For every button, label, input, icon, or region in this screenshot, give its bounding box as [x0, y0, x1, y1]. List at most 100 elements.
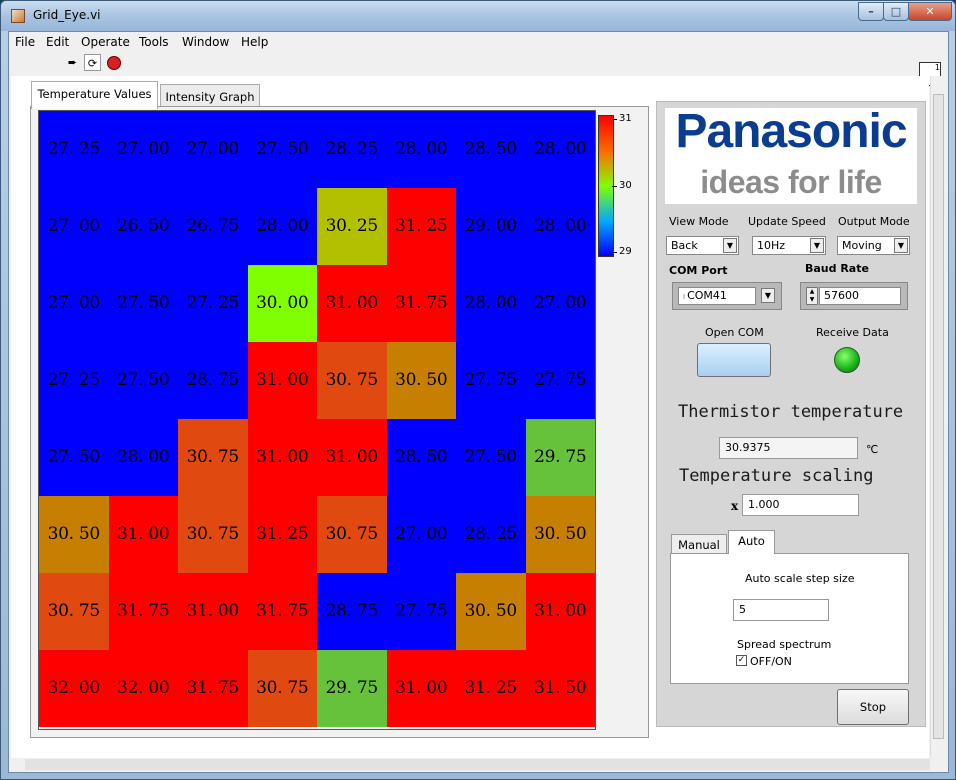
grid-cell-r4-c2: 30. 75 [178, 419, 248, 496]
grid-cell-r1-c6: 29. 00 [456, 188, 526, 265]
grid-cell-r0-c0: 27. 25 [39, 111, 109, 188]
grid-cell-r2-c2: 27. 25 [178, 265, 248, 342]
window-title: Grid_Eye.vi [33, 8, 101, 22]
view-mode-dropdown[interactable]: Back ▼ [666, 236, 739, 255]
auto-scale-step-input[interactable]: 5 [733, 599, 829, 621]
maximize-icon[interactable]: □ [883, 2, 909, 21]
temperature-scaling-label: Temperature scaling [679, 466, 874, 486]
grid-cell-r2-c5: 31. 75 [386, 265, 456, 342]
grid-cell-r5-c5: 27. 00 [386, 496, 456, 573]
grid-cell-r7-c4: 29. 75 [317, 650, 387, 727]
logo-tagline: ideas for life [700, 164, 882, 200]
grid-cell-r6-c7: 31. 00 [525, 573, 595, 650]
horizontal-scroll-thumb[interactable] [25, 759, 930, 770]
tab-auto[interactable]: Auto [728, 530, 775, 554]
grid-cell-r2-c0: 27. 00 [39, 265, 109, 342]
grid-cell-r3-c2: 28. 75 [178, 342, 248, 419]
menu-edit[interactable]: Edit [46, 35, 69, 49]
grid-cell-r0-c7: 28. 00 [525, 111, 595, 188]
io-resource-icon: I [683, 293, 686, 301]
auto-scale-step-label: Auto scale step size [745, 572, 855, 585]
view-mode-value: Back [671, 239, 698, 252]
temperature-scaling-input[interactable]: 1.000 [742, 494, 859, 516]
increment-decrement-icon[interactable]: ▲ ▼ [806, 287, 818, 305]
thermistor-temperature-label: Thermistor temperature [678, 402, 904, 422]
grid-cell-r0-c6: 28. 50 [456, 111, 526, 188]
chevron-down-icon[interactable]: ▼ [894, 238, 908, 253]
spread-spectrum-toggle-label: OFF/ON [750, 655, 792, 668]
abort-stop-icon[interactable] [105, 54, 122, 71]
grid-cell-r6-c2: 31. 00 [178, 573, 248, 650]
grid-cell-r1-c2: 26. 75 [178, 188, 248, 265]
grid-cell-r0-c2: 27. 00 [178, 111, 248, 188]
grid-cell-r7-c2: 31. 75 [178, 650, 248, 727]
tab-temperature-values[interactable]: Temperature Values [31, 81, 158, 109]
menu-tools[interactable]: Tools [139, 35, 169, 49]
view-mode-label: View Mode [669, 215, 729, 228]
grid-cell-r3-c4: 30. 75 [317, 342, 387, 419]
grid-cell-r2-c1: 27. 50 [108, 265, 178, 342]
minimize-icon[interactable]: – [858, 2, 884, 21]
panasonic-logo: Panasonic ideas for life [665, 105, 917, 204]
grid-cell-r0-c1: 27. 00 [108, 111, 178, 188]
thermistor-temperature-field: 30.9375 [719, 437, 858, 459]
grid-cell-r1-c5: 31. 25 [386, 188, 456, 265]
output-mode-label: Output Mode [838, 215, 910, 228]
run-arrow-icon[interactable]: ➨ [64, 54, 81, 71]
com-port-control: I COM41 ▼ [672, 282, 782, 310]
celsius-unit-label: ℃ [866, 443, 879, 456]
receive-data-led [834, 347, 860, 373]
update-speed-value: 10Hz [757, 239, 786, 252]
grid-cell-r7-c0: 32. 00 [39, 650, 109, 727]
menu-operate[interactable]: Operate [81, 35, 130, 49]
grid-cell-r5-c3: 31. 25 [247, 496, 317, 573]
grid-cell-r3-c3: 31. 00 [247, 342, 317, 419]
open-com-button[interactable] [697, 343, 771, 377]
close-icon[interactable]: ✕ [908, 2, 952, 21]
grid-cell-r2-c4: 31. 00 [317, 265, 387, 342]
chevron-down-icon[interactable]: ▼ [810, 238, 824, 253]
grid-cell-r7-c3: 30. 75 [247, 650, 317, 727]
grid-cell-r7-c7: 31. 50 [525, 650, 595, 727]
output-mode-dropdown[interactable]: Moving ▼ [837, 236, 910, 255]
logo-brand-text: Panasonic [675, 105, 907, 158]
grid-cell-r4-c4: 31. 00 [317, 419, 387, 496]
grid-cell-r1-c3: 28. 00 [247, 188, 317, 265]
chevron-down-icon[interactable]: ▼ [723, 238, 737, 253]
grid-cell-r3-c5: 30. 50 [386, 342, 456, 419]
spread-spectrum-checkbox[interactable]: ✓ [736, 655, 747, 666]
grid-cell-r3-c7: 27. 75 [525, 342, 595, 419]
stop-button[interactable]: Stop [837, 689, 909, 725]
grid-cell-r6-c1: 31. 75 [108, 573, 178, 650]
menu-help[interactable]: Help [241, 35, 268, 49]
title-bar: Grid_Eye.vi – □ ✕ [1, 1, 955, 31]
grid-cell-r7-c5: 31. 00 [386, 650, 456, 727]
menu-file[interactable]: File [15, 35, 35, 49]
grid-cell-r6-c6: 30. 50 [456, 573, 526, 650]
grid-cell-r3-c6: 27. 75 [456, 342, 526, 419]
labview-app-icon [11, 9, 25, 23]
baud-rate-field[interactable]: 57600 [819, 287, 901, 305]
com-port-field[interactable]: I COM41 [678, 287, 756, 305]
grid-cell-r6-c3: 31. 75 [247, 573, 317, 650]
chevron-down-icon[interactable]: ▼ [761, 288, 775, 303]
menu-window[interactable]: Window [182, 35, 229, 49]
toolbar: ➨ ⟳ 1 [9, 52, 948, 86]
grid-cell-r1-c4: 30. 25 [317, 188, 387, 265]
baud-rate-label: Baud Rate [805, 262, 869, 275]
grid-cell-r0-c3: 27. 50 [247, 111, 317, 188]
vertical-scroll-thumb[interactable] [933, 94, 944, 739]
grid-cell-r0-c5: 28. 00 [386, 111, 456, 188]
grid-cell-r5-c2: 30. 75 [178, 496, 248, 573]
grid-cell-r2-c3: 30. 00 [247, 265, 317, 342]
update-speed-dropdown[interactable]: 10Hz ▼ [752, 236, 826, 255]
grid-cell-r1-c0: 27. 00 [39, 188, 109, 265]
vertical-scrollbar[interactable] [930, 76, 947, 758]
grid-cell-r6-c0: 30. 75 [39, 573, 109, 650]
grid-cell-r2-c7: 27. 00 [525, 265, 595, 342]
grid-cell-r6-c5: 27. 75 [386, 573, 456, 650]
color-scale-min-label: 29 [612, 246, 632, 257]
run-continuously-icon[interactable]: ⟳ [84, 54, 101, 71]
tab-intensity-graph[interactable]: Intensity Graph [160, 84, 260, 108]
horizontal-scrollbar[interactable] [11, 758, 946, 772]
